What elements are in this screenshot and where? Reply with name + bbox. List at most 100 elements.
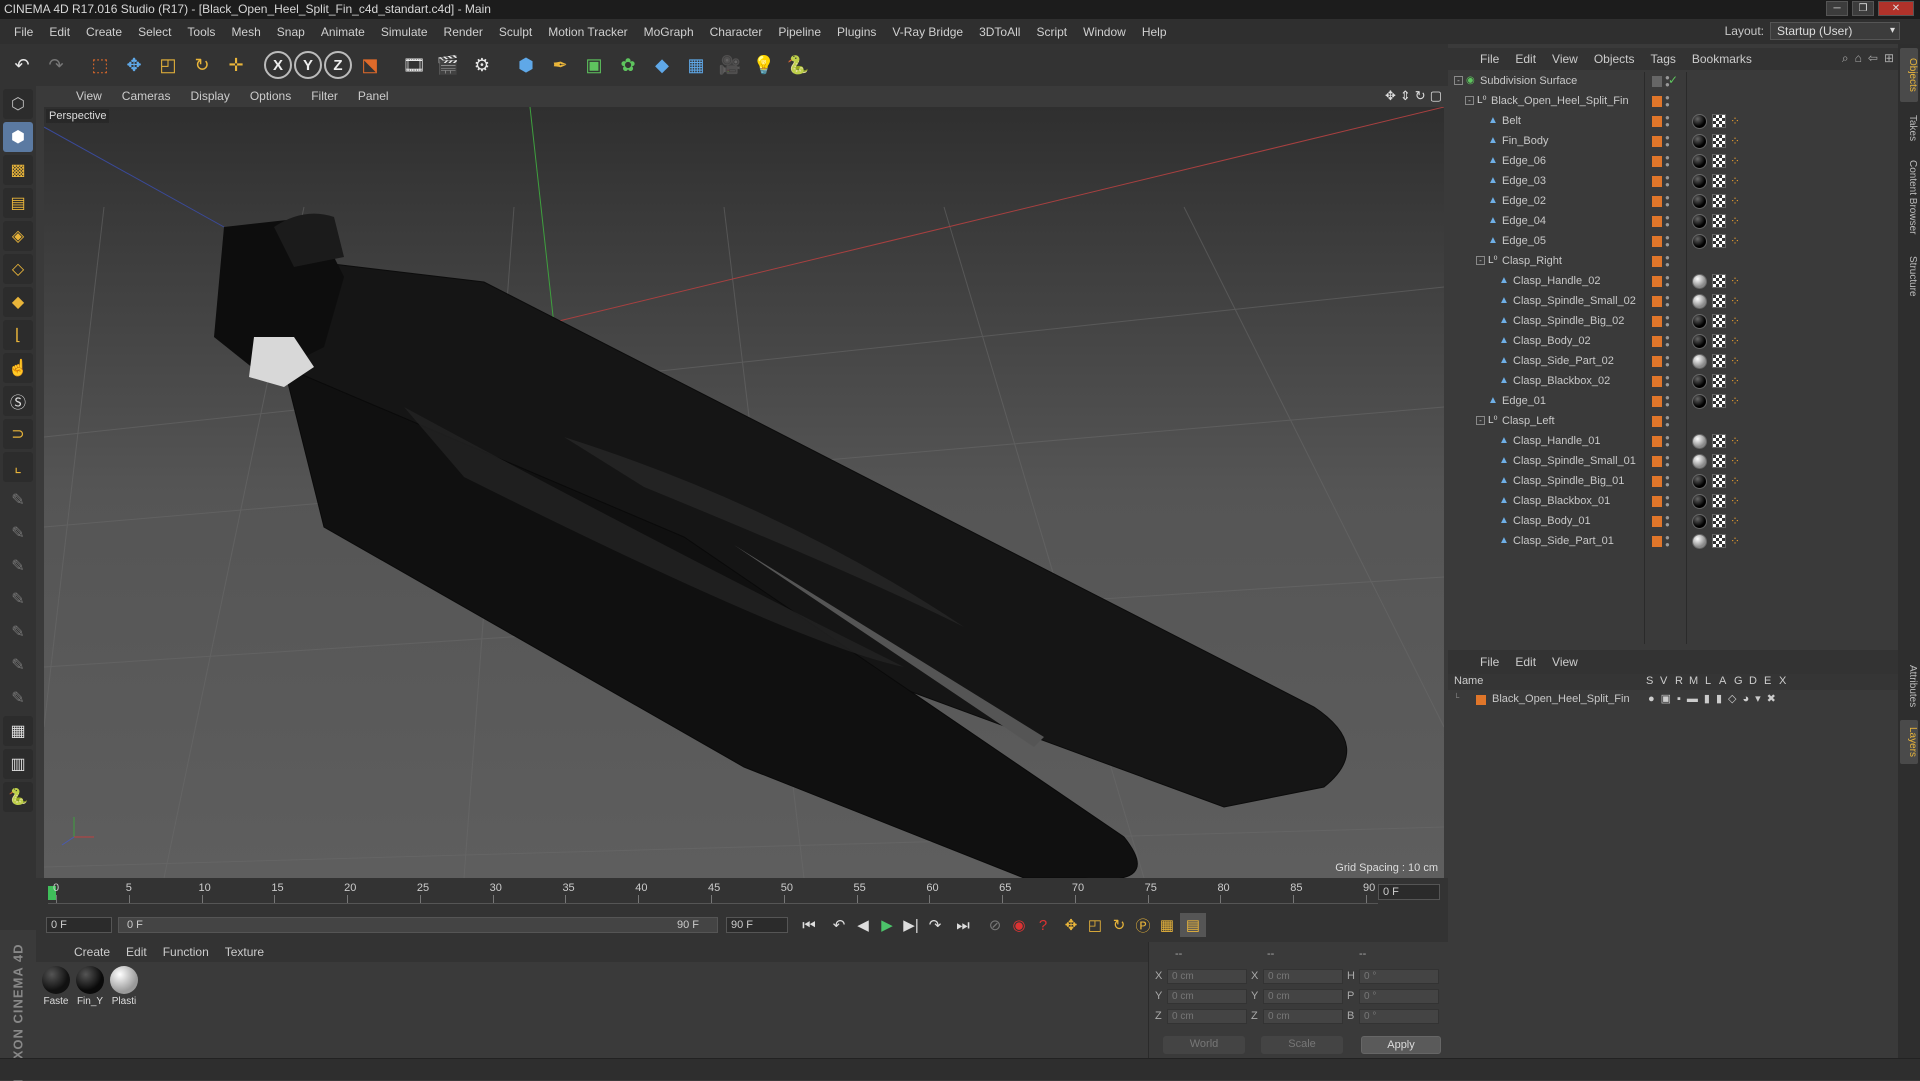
layer-row[interactable]: └ Black_Open_Heel_Split_Fin ●▣▪▬▮▮◇◕▾✖: [1448, 690, 1898, 710]
visibility-dots-icon[interactable]: ● ●: [1665, 234, 1670, 249]
material-tag-icon[interactable]: [1692, 174, 1707, 189]
object-menu-view[interactable]: View: [1544, 52, 1586, 66]
timeline-window-icon[interactable]: ▤: [1180, 913, 1206, 937]
start-frame-field[interactable]: 0 F: [46, 917, 112, 933]
layer-color-swatch[interactable]: [1476, 695, 1486, 705]
apply-button[interactable]: Apply: [1361, 1036, 1441, 1054]
material-menu-function[interactable]: Function: [155, 945, 217, 959]
layer-color-swatch[interactable]: [1652, 496, 1662, 507]
material-tag-icon[interactable]: [1692, 314, 1707, 329]
object-row[interactable]: ▲ Clasp_Blackbox_01 ● ● ⁘: [1448, 492, 1898, 512]
subdivision-surface-icon[interactable]: ▣: [578, 48, 610, 82]
object-name[interactable]: Black_Open_Heel_Split_Fin: [1491, 95, 1629, 107]
layer-color-swatch[interactable]: [1652, 256, 1662, 267]
polygons-mode-icon[interactable]: ◆: [3, 287, 33, 317]
material-tag-icon[interactable]: [1692, 434, 1707, 449]
sculpt-grab-icon[interactable]: ✎: [3, 650, 33, 680]
object-name[interactable]: Clasp_Left: [1502, 415, 1555, 427]
enabled-check-icon[interactable]: ✓: [1668, 73, 1678, 87]
layer-color-swatch[interactable]: [1652, 296, 1662, 307]
layer-color-swatch[interactable]: [1652, 156, 1662, 167]
visibility-dots-icon[interactable]: ● ●: [1665, 274, 1670, 289]
uvw-tag-icon[interactable]: [1712, 194, 1726, 208]
layer-color-swatch[interactable]: [1652, 316, 1662, 327]
layer-col-r[interactable]: R: [1675, 675, 1683, 687]
cube-icon[interactable]: ⬢: [510, 48, 542, 82]
expand-toggle-icon[interactable]: -: [1476, 416, 1485, 425]
size-y-field[interactable]: 0 cm: [1263, 989, 1343, 1004]
phong-tag-icon[interactable]: ⁘: [1730, 454, 1740, 468]
layer-color-swatch[interactable]: [1652, 136, 1662, 147]
phong-tag-icon[interactable]: ⁘: [1730, 114, 1740, 128]
object-row[interactable]: ▲ Clasp_Handle_01 ● ● ⁘: [1448, 432, 1898, 452]
coordinate-system-icon[interactable]: ⬔: [354, 48, 386, 82]
record-position-icon[interactable]: ✥: [1058, 913, 1084, 937]
menu-animate[interactable]: Animate: [313, 25, 373, 39]
menu-help[interactable]: Help: [1134, 25, 1175, 39]
object-name[interactable]: Belt: [1502, 115, 1521, 127]
back-icon[interactable]: ⇦: [1868, 51, 1878, 66]
tab-attributes[interactable]: Attributes: [1900, 656, 1918, 716]
object-row[interactable]: ▲ Clasp_Spindle_Big_02 ● ● ⁘: [1448, 312, 1898, 332]
rotate-tool-icon[interactable]: ↻: [186, 48, 218, 82]
sculpt-smooth-icon[interactable]: ✎: [3, 551, 33, 581]
material-menu-texture[interactable]: Texture: [217, 945, 272, 959]
expand-toggle-icon[interactable]: -: [1476, 256, 1485, 265]
object-name[interactable]: Clasp_Side_Part_01: [1513, 535, 1614, 547]
material-item[interactable]: Faste: [40, 966, 72, 1007]
phong-tag-icon[interactable]: ⁘: [1730, 474, 1740, 488]
layer-color-swatch[interactable]: [1652, 436, 1662, 447]
material-tag-icon[interactable]: [1692, 334, 1707, 349]
object-name[interactable]: Clasp_Blackbox_01: [1513, 495, 1610, 507]
menu-tools[interactable]: Tools: [179, 25, 223, 39]
material-tag-icon[interactable]: [1692, 154, 1707, 169]
object-name[interactable]: Edge_05: [1502, 235, 1546, 247]
visibility-dots-icon[interactable]: ● ●: [1665, 394, 1670, 409]
menu-sculpt[interactable]: Sculpt: [491, 25, 540, 39]
object-row[interactable]: ▲ Clasp_Handle_02 ● ● ⁘: [1448, 272, 1898, 292]
layer-color-swatch[interactable]: [1652, 356, 1662, 367]
visibility-dots-icon[interactable]: ● ●: [1665, 214, 1670, 229]
array-icon[interactable]: ✿: [612, 48, 644, 82]
expand-toggle-icon[interactable]: -: [1465, 96, 1474, 105]
object-menu-file[interactable]: File: [1472, 52, 1507, 66]
object-name[interactable]: Fin_Body: [1502, 135, 1548, 147]
points-mode-icon[interactable]: ◈: [3, 221, 33, 251]
new-view-icon[interactable]: ⊞: [1884, 51, 1894, 66]
move-tool-icon[interactable]: ✥: [118, 48, 150, 82]
layer-col-v[interactable]: V: [1660, 675, 1667, 687]
uvw-tag-icon[interactable]: [1712, 454, 1726, 468]
object-name[interactable]: Clasp_Spindle_Small_01: [1513, 455, 1636, 467]
phong-tag-icon[interactable]: ⁘: [1730, 374, 1740, 388]
layer-color-swatch[interactable]: [1652, 76, 1662, 87]
phong-tag-icon[interactable]: ⁘: [1730, 434, 1740, 448]
uvw-tag-icon[interactable]: [1712, 174, 1726, 188]
material-tag-icon[interactable]: [1692, 114, 1707, 129]
visibility-dots-icon[interactable]: ● ●: [1665, 314, 1670, 329]
object-menu-objects[interactable]: Objects: [1586, 52, 1643, 66]
object-row[interactable]: - ◉ Subdivision Surface ● ● ✓: [1448, 72, 1898, 92]
uvw-tag-icon[interactable]: [1712, 474, 1726, 488]
next-frame-icon[interactable]: ▶|: [898, 913, 924, 937]
layer-menu-file[interactable]: File: [1472, 655, 1507, 669]
tab-objects[interactable]: Objects: [1900, 48, 1918, 102]
object-row[interactable]: - L⁰ Clasp_Left ● ●: [1448, 412, 1898, 432]
undo-icon[interactable]: ↶: [6, 48, 38, 82]
menu-motion-tracker[interactable]: Motion Tracker: [540, 25, 635, 39]
phong-tag-icon[interactable]: ⁘: [1730, 514, 1740, 528]
redo-icon[interactable]: ↷: [40, 48, 72, 82]
material-tag-icon[interactable]: [1692, 214, 1707, 229]
visibility-dots-icon[interactable]: ● ●: [1665, 134, 1670, 149]
object-row[interactable]: ▲ Fin_Body ● ● ⁘: [1448, 132, 1898, 152]
uvw-tag-icon[interactable]: [1712, 494, 1726, 508]
search-icon[interactable]: ⌕: [1842, 51, 1849, 66]
layer-name[interactable]: Black_Open_Heel_Split_Fin: [1492, 693, 1630, 705]
sculpt-pull-icon[interactable]: ✎: [3, 518, 33, 548]
material-tag-icon[interactable]: [1692, 534, 1707, 549]
edges-mode-icon[interactable]: ◇: [3, 254, 33, 284]
current-frame-field[interactable]: 0 F: [1378, 884, 1440, 900]
go-to-start-icon[interactable]: ⏮: [796, 913, 822, 937]
phong-tag-icon[interactable]: ⁘: [1730, 194, 1740, 208]
rotation-b-field[interactable]: 0 °: [1359, 1009, 1439, 1024]
object-name[interactable]: Edge_04: [1502, 215, 1546, 227]
